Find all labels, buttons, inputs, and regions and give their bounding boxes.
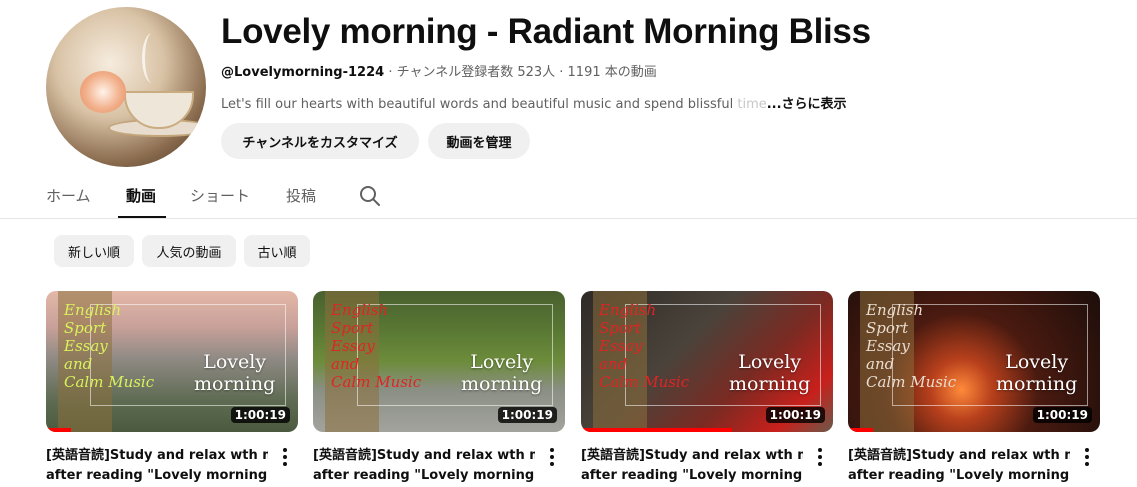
chip-newest[interactable]: 新しい順 bbox=[54, 235, 134, 267]
active-tab-indicator bbox=[118, 216, 166, 218]
video-title-line-1: [英語音読]Study and relax wth me bbox=[581, 448, 803, 463]
watch-progress-bar bbox=[581, 428, 733, 432]
video-title[interactable]: [英語音読]Study and relax wth me after readin… bbox=[46, 446, 268, 486]
more-vert-icon[interactable] bbox=[282, 448, 288, 466]
channel-tabs: ホーム 動画 ショート 投稿 bbox=[0, 170, 1137, 219]
channel-handle: @Lovelymorning-1224 bbox=[221, 65, 385, 80]
channel-stats: · チャンネル登録者数 523人 · 1191 本の動画 bbox=[384, 65, 657, 80]
tab-posts[interactable]: 投稿 bbox=[286, 185, 316, 206]
steam-graphic bbox=[142, 33, 162, 83]
more-vert-icon[interactable] bbox=[1084, 448, 1090, 466]
duration-badge: 1:00:19 bbox=[497, 407, 557, 423]
chip-oldest[interactable]: 古い順 bbox=[244, 235, 310, 267]
video-title-line-1: [英語音読]Study and relax wth me bbox=[46, 448, 268, 463]
more-vert-icon[interactable] bbox=[549, 448, 555, 466]
search-icon[interactable] bbox=[358, 184, 382, 208]
channel-description[interactable]: Let's fill our hearts with beautiful wor… bbox=[221, 93, 847, 112]
thumbnail-caption: English Sport Essay and Calm Music bbox=[599, 301, 690, 391]
thumbnail-caption: English Sport Essay and Calm Music bbox=[64, 301, 155, 391]
show-more-link[interactable]: ...さらに表示 bbox=[767, 97, 847, 112]
flower-graphic bbox=[80, 71, 126, 113]
duration-badge: 1:00:19 bbox=[765, 407, 825, 423]
thumbnail-brand: Lovely morning bbox=[729, 351, 811, 395]
more-vert-icon[interactable] bbox=[817, 448, 823, 466]
description-text: Let's fill our hearts with beautiful wor… bbox=[221, 97, 738, 112]
video-title-line-1: [英語音読]Study and relax wth me bbox=[848, 448, 1070, 463]
tab-shorts[interactable]: ショート bbox=[190, 185, 250, 206]
duration-badge: 1:00:19 bbox=[230, 407, 290, 423]
description-fade: time bbox=[737, 97, 767, 112]
video-thumbnail[interactable]: English Sport Essay and Calm Music Lovel… bbox=[46, 291, 298, 432]
video-card[interactable]: English Sport Essay and Calm Music Lovel… bbox=[581, 291, 833, 483]
video-title-line-2: after reading "Lovely morning"... bbox=[313, 468, 535, 483]
channel-avatar[interactable] bbox=[46, 7, 206, 167]
thumbnail-caption: English Sport Essay and Calm Music bbox=[331, 301, 422, 391]
video-title-line-2: after reading "Lovely morning"... bbox=[46, 468, 268, 483]
thumbnail-brand: Lovely morning bbox=[194, 351, 276, 395]
video-title-line-2: after reading "Lovely morning"... bbox=[581, 468, 803, 483]
watch-progress-bar bbox=[848, 428, 874, 432]
video-card[interactable]: English Sport Essay and Calm Music Lovel… bbox=[848, 291, 1100, 483]
channel-title: Lovely morning - Radiant Morning Bliss bbox=[221, 12, 871, 51]
customize-channel-button[interactable]: チャンネルをカスタマイズ bbox=[221, 123, 419, 159]
video-title[interactable]: [英語音読]Study and relax wth me after readin… bbox=[581, 446, 803, 486]
manage-videos-button[interactable]: 動画を管理 bbox=[428, 123, 530, 159]
thumbnail-caption: English Sport Essay and Calm Music bbox=[866, 301, 957, 391]
tab-home[interactable]: ホーム bbox=[46, 185, 91, 206]
video-card[interactable]: English Sport Essay and Calm Music Lovel… bbox=[313, 291, 565, 483]
video-title[interactable]: [英語音読]Study and relax wth me after readin… bbox=[848, 446, 1070, 486]
video-title[interactable]: [英語音読]Study and relax wth me after readin… bbox=[313, 446, 535, 486]
video-card[interactable]: English Sport Essay and Calm Music Lovel… bbox=[46, 291, 298, 483]
channel-meta: @Lovelymorning-1224 · チャンネル登録者数 523人 · 1… bbox=[221, 61, 657, 80]
chip-popular[interactable]: 人気の動画 bbox=[142, 235, 236, 267]
duration-badge: 1:00:19 bbox=[1032, 407, 1092, 423]
video-title-line-1: [英語音読]Study and relax wth me bbox=[313, 448, 535, 463]
video-thumbnail[interactable]: English Sport Essay and Calm Music Lovel… bbox=[848, 291, 1100, 432]
tab-videos[interactable]: 動画 bbox=[126, 185, 156, 206]
thumbnail-brand: Lovely morning bbox=[996, 351, 1078, 395]
watch-progress-bar bbox=[46, 428, 72, 432]
video-thumbnail[interactable]: English Sport Essay and Calm Music Lovel… bbox=[313, 291, 565, 432]
thumbnail-brand: Lovely morning bbox=[461, 351, 543, 395]
video-thumbnail[interactable]: English Sport Essay and Calm Music Lovel… bbox=[581, 291, 833, 432]
video-title-line-2: after reading "Lovely morning"... bbox=[848, 468, 1070, 483]
